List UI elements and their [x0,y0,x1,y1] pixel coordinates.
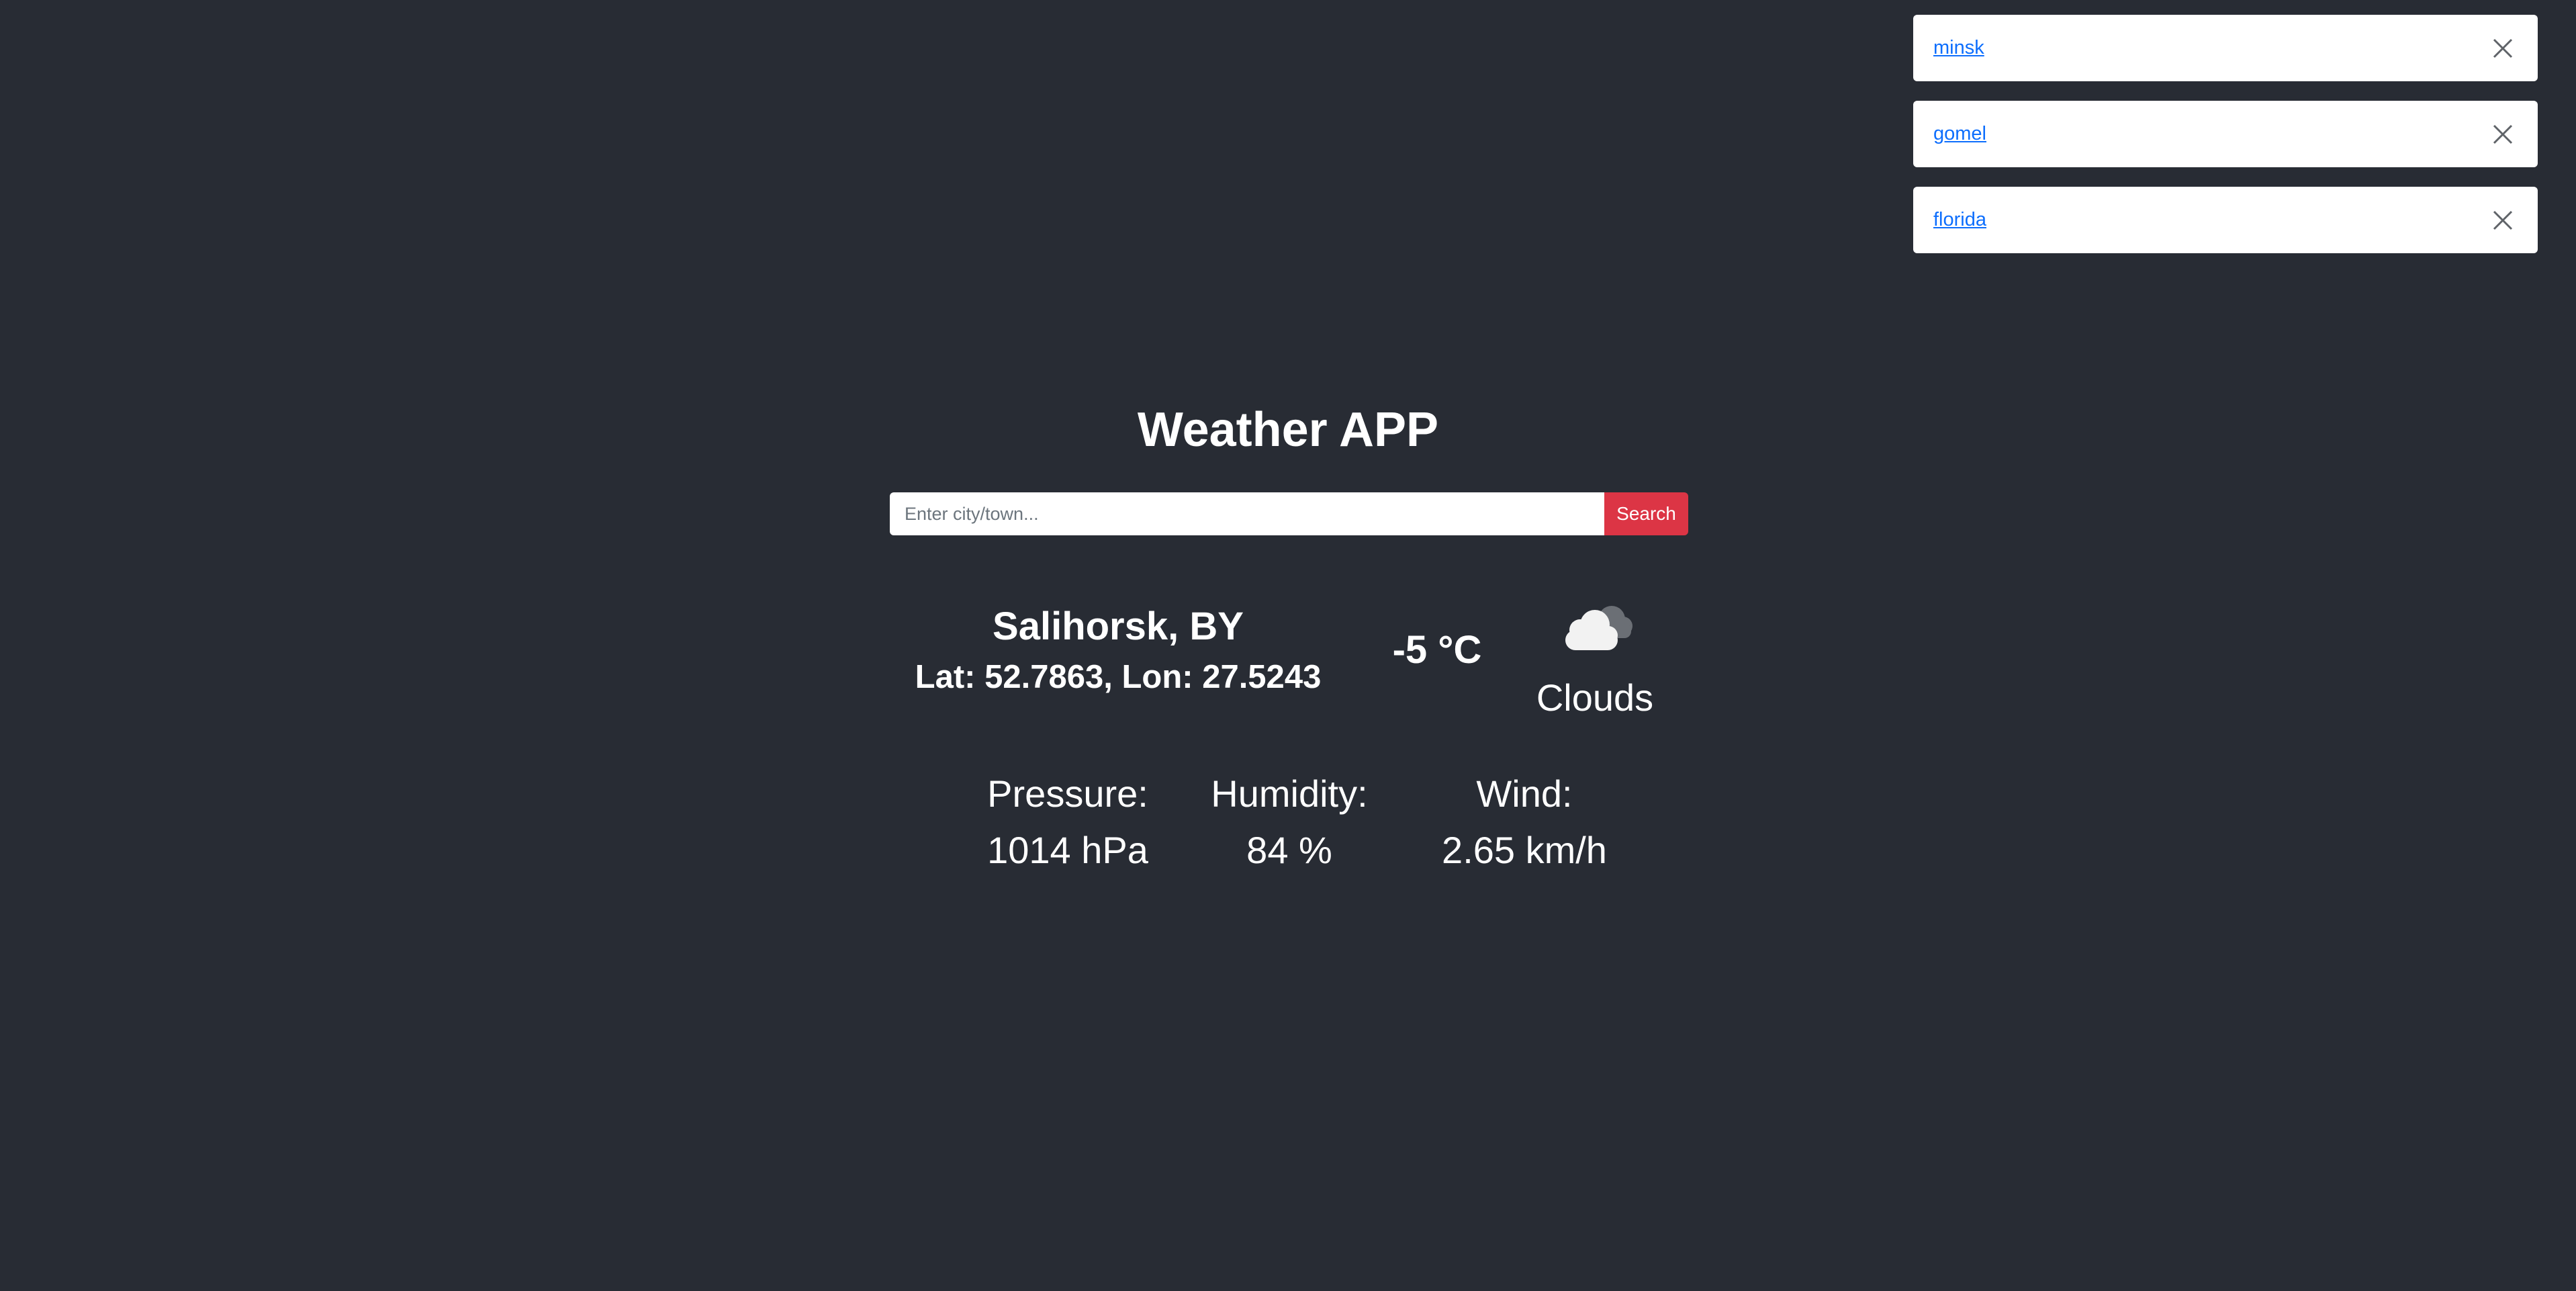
temperature: -5 °C [1392,628,1482,672]
history-link-minsk[interactable]: minsk [1933,37,1984,59]
close-icon[interactable] [2488,120,2518,149]
history-item-gomel: gomel [1913,101,2538,167]
history-item-florida: florida [1913,187,2538,253]
search-input[interactable] [890,492,1604,535]
longitude: Lon: 27.5243 [1121,659,1322,695]
close-icon[interactable] [2488,34,2518,63]
wind-value: 2.65 km/h [1442,829,1607,871]
search-history-list: minsk gomel florida [1913,15,2538,273]
search-button[interactable]: Search [1604,492,1688,535]
humidity-value: 84 % [1246,829,1332,871]
history-item-minsk: minsk [1913,15,2538,81]
humidity-stat: Humidity: 84 % [1195,766,1383,879]
search-bar: Search [890,492,1688,535]
wind-stat: Wind: 2.65 km/h [1424,766,1625,879]
pressure-stat: Pressure: 1014 hPa [980,766,1155,879]
weather-app-page: minsk gomel florida Weather APP Search S… [0,0,2576,1291]
history-link-florida[interactable]: florida [1933,209,1986,231]
close-icon[interactable] [2488,206,2518,235]
weather-condition: Clouds [1536,676,1654,719]
app-title: Weather APP [1137,403,1439,457]
pressure-label: Pressure: [987,772,1148,815]
city-name: Salihorsk, BY [993,605,1244,648]
coordinates: Lat: 52.7863, Lon: 27.5243 [893,652,1343,702]
pressure-value: 1014 hPa [987,829,1148,871]
location-block: Salihorsk, BY Lat: 52.7863, Lon: 27.5243 [893,601,1343,702]
latitude: Lat: 52.7863, [915,659,1113,695]
humidity-label: Humidity: [1211,772,1368,815]
weather-condition-block: Clouds [1511,591,1679,721]
history-link-gomel[interactable]: gomel [1933,123,1986,145]
clouds-icon [1565,606,1632,650]
wind-label: Wind: [1476,772,1573,815]
weather-stats: Pressure: 1014 hPa Humidity: 84 % Wind: … [940,766,1612,900]
